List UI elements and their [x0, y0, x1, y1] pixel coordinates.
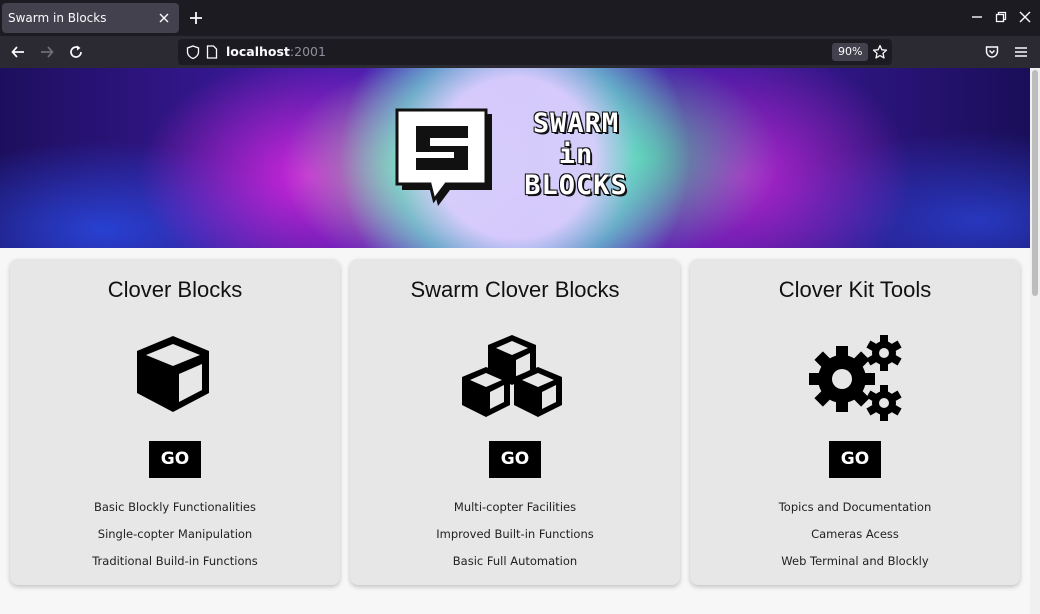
card-title: Swarm Clover Blocks — [410, 277, 620, 302]
go-button-clover-kit-tools[interactable]: GO — [829, 441, 881, 478]
minimize-icon[interactable] — [970, 10, 984, 24]
logo-line-2: in — [558, 139, 594, 170]
zoom-level-badge[interactable]: 90% — [832, 43, 869, 61]
feature-item: Basic Blockly Functionalities — [94, 500, 256, 514]
card-clover-kit-tools: Clover Kit Tools GO Topics and Documenta… — [690, 259, 1020, 585]
feature-item: Topics and Documentation — [778, 500, 932, 514]
tab-title: Swarm in Blocks — [8, 11, 107, 25]
page-info-icon[interactable] — [206, 45, 218, 59]
go-button-swarm-clover-blocks[interactable]: GO — [489, 441, 541, 478]
hero-logo-text: SWARM in BLOCKS — [506, 108, 646, 201]
close-window-icon[interactable] — [1018, 10, 1032, 24]
card-title: Clover Kit Tools — [778, 277, 932, 302]
cube-icon — [137, 336, 209, 412]
browser-tab-bar: Swarm in Blocks — [0, 0, 1040, 36]
scrollbar-thumb[interactable] — [1032, 70, 1038, 296]
page-scrollbar[interactable] — [1030, 68, 1040, 614]
swarm-logo-icon — [395, 108, 492, 206]
browser-tab[interactable]: Swarm in Blocks — [2, 3, 179, 33]
card-swarm-clover-blocks: Swarm Clover Blocks GO Multi-copter Faci… — [350, 259, 680, 585]
logo-line-3: BLOCKS — [524, 170, 628, 201]
browser-nav-bar: localhost:2001 90% — [0, 36, 1040, 68]
bookmark-star-icon[interactable] — [872, 44, 888, 60]
menu-hamburger-icon[interactable] — [1013, 44, 1029, 60]
logo-line-1: SWARM — [532, 108, 620, 139]
cubes-icon — [462, 335, 562, 417]
shield-icon[interactable] — [186, 45, 200, 59]
gears-icon — [809, 335, 902, 421]
hero-banner: SWARM in BLOCKS — [0, 68, 1030, 248]
restore-icon[interactable] — [994, 10, 1008, 24]
feature-item: Traditional Build-in Functions — [92, 554, 258, 568]
pocket-icon[interactable] — [984, 44, 1000, 60]
back-arrow-icon[interactable] — [10, 44, 26, 60]
card-title: Clover Blocks — [107, 277, 243, 302]
reload-icon[interactable] — [68, 44, 84, 60]
forward-arrow-icon[interactable] — [39, 44, 55, 60]
url-text[interactable]: localhost:2001 — [226, 44, 326, 59]
new-tab-icon[interactable] — [187, 9, 205, 27]
card-clover-blocks: Clover Blocks GO Basic Blockly Functiona… — [10, 259, 340, 585]
url-bar[interactable]: localhost:2001 90% — [178, 39, 892, 65]
feature-item: Cameras Acess — [811, 527, 899, 541]
feature-item: Single-copter Manipulation — [97, 527, 253, 541]
feature-item: Basic Full Automation — [452, 554, 578, 568]
close-tab-icon[interactable] — [157, 11, 171, 25]
feature-item: Improved Built-in Functions — [436, 527, 594, 541]
feature-item: Multi-copter Facilities — [453, 500, 577, 514]
url-host: localhost — [226, 44, 290, 59]
go-button-clover-blocks[interactable]: GO — [149, 441, 201, 478]
feature-item: Web Terminal and Blockly — [781, 554, 929, 568]
page-viewport: SWARM in BLOCKS Clover Blocks GO Basic B… — [0, 68, 1030, 614]
url-port: :2001 — [289, 44, 326, 59]
